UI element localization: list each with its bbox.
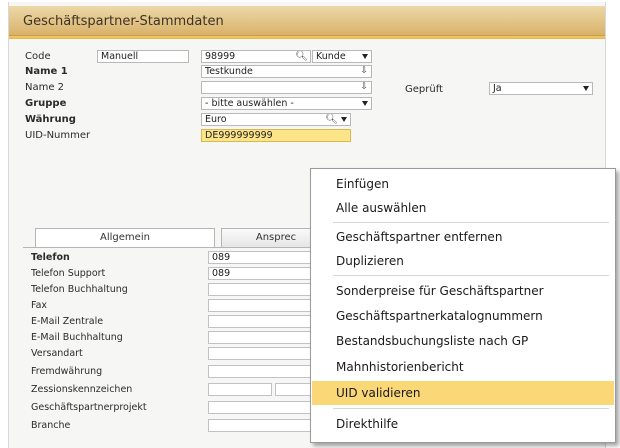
menu-item-label: Mahnhistorienbericht: [336, 360, 464, 374]
telefon-value: 089: [212, 252, 231, 263]
link-arrow-icon[interactable]: ⇩: [360, 66, 368, 77]
menu-item-label: Duplizieren: [336, 254, 404, 268]
geprueft-label: Geprüft: [405, 84, 443, 95]
fremdwaehrung-label: Fremdwährung: [31, 366, 103, 377]
geprueft-value: Ja: [493, 83, 502, 94]
name1-value: Testkunde: [205, 66, 253, 77]
menu-separator: [333, 275, 609, 276]
menu-item-label: Geschäftspartner entfernen: [336, 230, 503, 244]
name1-label: Name 1: [25, 66, 68, 77]
zessionskennzeichen-input[interactable]: [208, 383, 272, 396]
telefon-support-value: 089: [212, 268, 231, 279]
waehrung-label: Währung: [25, 114, 76, 125]
menu-item-label: Bestandsbuchungsliste nach GP: [336, 334, 529, 348]
menu-item-uid-validieren[interactable]: UID validieren: [312, 381, 614, 405]
waehrung-input[interactable]: Euro 🔍︎: [201, 113, 351, 126]
code-label: Code: [25, 51, 51, 62]
menu-item-mahnhistorienbericht[interactable]: Mahnhistorienbericht: [312, 355, 614, 379]
menu-item-label: UID validieren: [336, 386, 421, 400]
menu-item-bestandsbuchungsliste[interactable]: Bestandsbuchungsliste nach GP: [312, 329, 614, 353]
branche-label: Branche: [31, 420, 71, 431]
chevron-down-icon[interactable]: [341, 117, 347, 122]
search-icon[interactable]: 🔍︎: [325, 114, 338, 125]
menu-item-sonderpreise[interactable]: Sonderpreise für Geschäftspartner: [312, 279, 614, 303]
telefon-buchhaltung-label: Telefon Buchhaltung: [31, 284, 128, 295]
menu-item-duplizieren[interactable]: Duplizieren: [312, 249, 614, 273]
window-title: Geschäftspartner-Stammdaten: [23, 14, 224, 29]
link-arrow-icon[interactable]: ⇩: [360, 82, 368, 93]
tab-allgemein[interactable]: Allgemein: [35, 228, 215, 248]
menu-item-label: Sonderpreise für Geschäftspartner: [336, 284, 544, 298]
versandart-label: Versandart: [31, 348, 83, 359]
telefon-label: Telefon: [31, 252, 70, 263]
menu-item-einfuegen[interactable]: Einfügen: [312, 172, 614, 196]
email-buchhaltung-label: E-Mail Buchhaltung: [31, 332, 123, 343]
uid-value: DE999999999: [205, 130, 273, 141]
code-type-select[interactable]: Kunde: [312, 50, 372, 63]
title-accent-bar: [9, 36, 605, 39]
telefon-support-label: Telefon Support: [31, 268, 106, 279]
name2-input[interactable]: ⇩: [201, 81, 372, 94]
code-type-value: Kunde: [316, 51, 346, 62]
menu-item-direkthilfe[interactable]: Direkthilfe: [312, 412, 614, 436]
context-menu: Einfügen Alle auswählen Geschäftspartner…: [310, 168, 616, 443]
gruppe-label: Gruppe: [25, 98, 67, 109]
menu-item-label: Alle auswählen: [336, 201, 427, 215]
waehrung-value: Euro: [205, 114, 227, 125]
menu-item-label: Geschäftspartnerkatalognummern: [336, 309, 543, 323]
menu-item-label: Direkthilfe: [336, 417, 399, 431]
chevron-down-icon: [362, 101, 368, 106]
name1-input[interactable]: Testkunde ⇩: [201, 65, 372, 78]
chevron-down-icon: [583, 86, 589, 91]
email-zentrale-label: E-Mail Zentrale: [31, 316, 104, 327]
search-icon[interactable]: 🔍︎: [295, 51, 308, 62]
menu-separator: [333, 222, 609, 223]
gruppe-value: - bitte auswählen -: [205, 98, 294, 109]
menu-item-geschaeftspartner-entfernen[interactable]: Geschäftspartner entfernen: [312, 225, 614, 249]
menu-separator: [333, 408, 609, 409]
chevron-down-icon: [362, 54, 368, 59]
window-titlebar[interactable]: Geschäftspartner-Stammdaten: [9, 6, 605, 36]
menu-item-katalognummern[interactable]: Geschäftspartnerkatalognummern: [312, 304, 614, 328]
code-mode-value: Manuell: [101, 51, 139, 62]
code-value: 98999: [205, 51, 236, 62]
code-input[interactable]: 98999 🔍︎: [201, 50, 311, 63]
uid-input[interactable]: DE999999999: [201, 129, 351, 142]
gruppe-select[interactable]: - bitte auswählen -: [201, 97, 372, 110]
menu-item-alle-auswaehlen[interactable]: Alle auswählen: [312, 196, 614, 220]
geschaeftspartnerprojekt-label: Geschäftspartnerprojekt: [31, 402, 147, 413]
code-mode-select[interactable]: Manuell: [97, 50, 189, 63]
fax-label: Fax: [31, 300, 48, 311]
tab-allgemein-label: Allgemein: [100, 232, 150, 243]
zessionskennzeichen-label: Zessionskennzeichen: [31, 384, 133, 395]
uid-label: UID-Nummer: [25, 130, 91, 141]
menu-item-label: Einfügen: [336, 177, 389, 191]
geprueft-select[interactable]: Ja: [489, 82, 593, 95]
tab-ansprechpartner-label: Ansprec: [255, 232, 297, 243]
name2-label: Name 2: [25, 82, 65, 93]
